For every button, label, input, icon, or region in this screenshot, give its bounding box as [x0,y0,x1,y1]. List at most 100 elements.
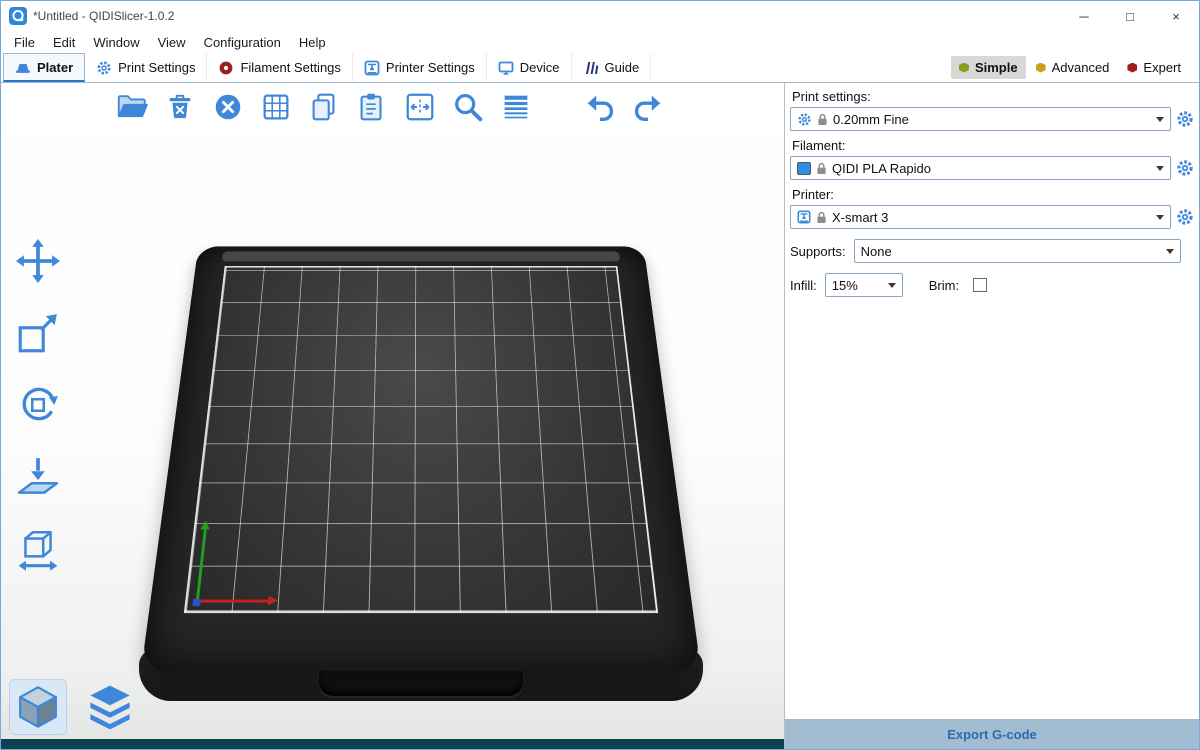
filament-color-swatch [797,162,811,175]
trash-icon [163,90,197,124]
viewport-bottom-strip [1,739,784,749]
menu-window[interactable]: Window [84,33,148,52]
open-project-button[interactable] [113,88,151,126]
layers-preview-button[interactable] [81,679,139,735]
device-monitor-icon [498,60,514,76]
export-gcode-button[interactable]: Export G-code [785,719,1199,749]
chevron-down-icon [1156,215,1164,220]
settings-panel: Print settings: 0.20mm Fine [785,83,1199,297]
menu-help[interactable]: Help [290,33,335,52]
main-area: Print settings: 0.20mm Fine [1,83,1199,749]
infill-label: Infill: [790,278,817,293]
expert-mode-dot-icon [1127,63,1137,73]
mode-expert-label: Expert [1143,60,1181,75]
edit-print-settings-button[interactable] [1175,109,1195,129]
tab-printer-settings[interactable]: Printer Settings [353,53,487,82]
mode-advanced[interactable]: Advanced [1028,56,1118,79]
search-icon [451,90,485,124]
layers-view-icon [85,682,135,732]
tab-filament-settings[interactable]: Filament Settings [207,53,352,82]
close-button[interactable]: × [1153,1,1199,31]
redo-button[interactable] [629,88,667,126]
filament-row: QIDI PLA Rapido [790,156,1195,180]
infill-combo[interactable]: 15% [825,273,903,297]
copy-button[interactable] [305,88,343,126]
brim-checkbox[interactable] [973,278,987,292]
tab-print-settings[interactable]: Print Settings [85,53,207,82]
mode-switcher: Simple Advanced Expert [951,53,1199,82]
mode-advanced-label: Advanced [1052,60,1110,75]
3d-viewport[interactable] [1,83,784,749]
y-axis-arrow [196,529,207,601]
delete-all-button[interactable] [209,88,247,126]
brim-label: Brim: [929,278,959,293]
place-on-face-button[interactable] [11,451,65,503]
filament-label: Filament: [792,138,1195,153]
supports-combo[interactable]: None [854,239,1181,263]
chevron-down-icon [1156,117,1164,122]
menu-view[interactable]: View [149,33,195,52]
edit-filament-button[interactable] [1175,158,1195,178]
printer-label: Printer: [792,187,1195,202]
undo-button[interactable] [581,88,619,126]
left-toolbar [11,235,65,575]
infill-row: Infill: 15% Brim: [790,273,1195,297]
mode-expert[interactable]: Expert [1119,56,1189,79]
print-settings-label: Print settings: [792,89,1195,104]
tab-device[interactable]: Device [487,53,572,82]
advanced-mode-dot-icon [1036,63,1046,73]
paste-icon [355,90,389,124]
tab-device-label: Device [520,60,560,75]
view-toolbar [9,679,139,735]
print-settings-combo[interactable]: 0.20mm Fine [790,107,1171,131]
menu-configuration[interactable]: Configuration [195,33,290,52]
printer-row: X-smart 3 [790,205,1195,229]
printer-icon [797,210,811,224]
lock-icon [816,211,827,224]
build-plate-rim [222,252,620,262]
undo-icon [583,90,617,124]
guide-book-icon [583,60,599,76]
edit-printer-button[interactable] [1175,207,1195,227]
scale-tool-button[interactable] [11,307,65,359]
3d-scene [101,151,741,711]
window-title: *Untitled - QIDISlicer-1.0.2 [33,9,174,23]
view-3d-button[interactable] [9,679,67,735]
settings-sidebar: Print settings: 0.20mm Fine [784,83,1199,749]
lock-icon [817,113,828,126]
delete-all-icon [211,90,245,124]
split-button[interactable] [401,88,439,126]
infill-value: 15% [832,278,858,293]
top-toolbar [113,88,667,126]
mode-simple-label: Simple [975,60,1018,75]
mode-simple[interactable]: Simple [951,56,1026,79]
print-bed-grid [184,266,658,613]
move-tool-button[interactable] [11,235,65,287]
maximize-button[interactable]: □ [1107,1,1153,31]
menu-file[interactable]: File [5,33,44,52]
window-controls: ─ □ × [1061,1,1199,31]
supports-value: None [861,244,892,259]
arrange-button[interactable] [257,88,295,126]
build-plate [141,246,701,671]
move-icon [15,238,61,284]
chevron-down-icon [1156,166,1164,171]
folder-open-icon [115,90,149,124]
chevron-down-icon [888,283,896,288]
tab-plater[interactable]: Plater [3,53,85,82]
mirror-tool-button[interactable] [11,523,65,575]
printer-combo[interactable]: X-smart 3 [790,205,1171,229]
menu-edit[interactable]: Edit [44,33,84,52]
tab-guide[interactable]: Guide [572,53,652,82]
rotate-icon [15,382,61,428]
paste-button[interactable] [353,88,391,126]
minimize-button[interactable]: ─ [1061,1,1107,31]
rotate-tool-button[interactable] [11,379,65,431]
delete-button[interactable] [161,88,199,126]
layer-height-button[interactable] [497,88,535,126]
arrange-icon [259,90,293,124]
tabbar: Plater Print Settings Filament Settings [1,53,1199,83]
filament-combo[interactable]: QIDI PLA Rapido [790,156,1171,180]
search-button[interactable] [449,88,487,126]
axis-gizmo [189,516,292,608]
